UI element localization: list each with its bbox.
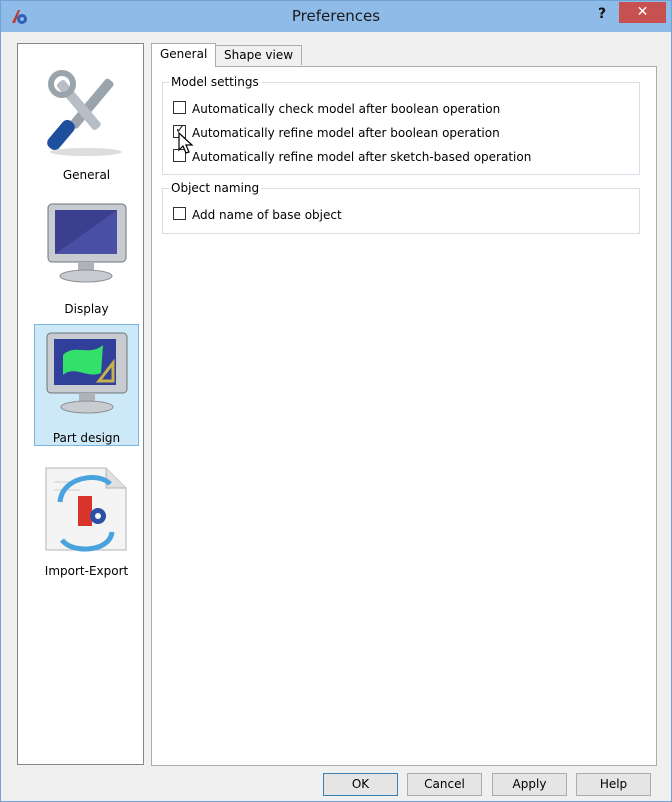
sidebar-item-display[interactable]: Display bbox=[34, 196, 139, 318]
help-button[interactable]: Help bbox=[576, 773, 651, 796]
object-naming-group: Object naming Add name of base object bbox=[162, 181, 640, 234]
add-base-name-option[interactable]: Add name of base object bbox=[173, 207, 342, 223]
object-naming-title: Object naming bbox=[169, 181, 262, 195]
ok-button[interactable]: OK bbox=[323, 773, 398, 796]
preferences-window: Preferences ? ✕ General Display Part des… bbox=[0, 0, 672, 802]
help-title-button[interactable]: ? bbox=[590, 3, 614, 25]
refine-boolean-label: Automatically refine model after boolean… bbox=[192, 125, 500, 140]
sidebar-label-display: Display bbox=[64, 302, 109, 316]
sidebar-item-import-export[interactable]: Import-Export bbox=[34, 458, 139, 580]
add-base-name-checkbox[interactable] bbox=[173, 207, 186, 220]
refine-sketch-option[interactable]: Automatically refine model after sketch-… bbox=[173, 149, 531, 165]
tab-general[interactable]: General bbox=[151, 43, 217, 67]
sidebar-label-general: General bbox=[62, 168, 111, 182]
check-model-checkbox[interactable] bbox=[173, 101, 186, 114]
sidebar-item-general[interactable]: General bbox=[34, 62, 139, 184]
monitor-icon bbox=[47, 203, 127, 283]
apply-button[interactable]: Apply bbox=[492, 773, 567, 796]
sidebar-label-part-design: Part design bbox=[52, 431, 121, 445]
sidebar-item-part-design[interactable]: Part design bbox=[34, 324, 139, 446]
check-model-label: Automatically check model after boolean … bbox=[192, 101, 501, 116]
tab-content-pane: Model settings Automatically check model… bbox=[151, 66, 657, 766]
part-design-icon bbox=[46, 332, 128, 414]
model-settings-title: Model settings bbox=[169, 75, 261, 89]
window-title: Preferences bbox=[291, 7, 381, 25]
sidebar-label-import-export: Import-Export bbox=[44, 564, 129, 578]
close-icon: ✕ bbox=[636, 4, 649, 20]
tab-shape-view[interactable]: Shape view bbox=[215, 45, 303, 65]
preferences-sidebar: General Display Part design Import-Expor… bbox=[17, 43, 144, 765]
mouse-pointer-icon bbox=[178, 131, 194, 154]
tools-icon bbox=[47, 70, 122, 156]
add-base-name-label: Add name of base object bbox=[192, 207, 342, 222]
title-bar[interactable]: Preferences ? ✕ bbox=[1, 1, 671, 32]
cancel-button[interactable]: Cancel bbox=[407, 773, 482, 796]
import-export-icon bbox=[45, 467, 127, 552]
check-model-option[interactable]: Automatically check model after boolean … bbox=[173, 101, 500, 117]
model-settings-group: Model settings Automatically check model… bbox=[162, 75, 640, 175]
close-button[interactable]: ✕ bbox=[619, 2, 666, 23]
refine-boolean-option[interactable]: ✓ Automatically refine model after boolea… bbox=[173, 122, 500, 141]
refine-sketch-label: Automatically refine model after sketch-… bbox=[192, 149, 532, 164]
